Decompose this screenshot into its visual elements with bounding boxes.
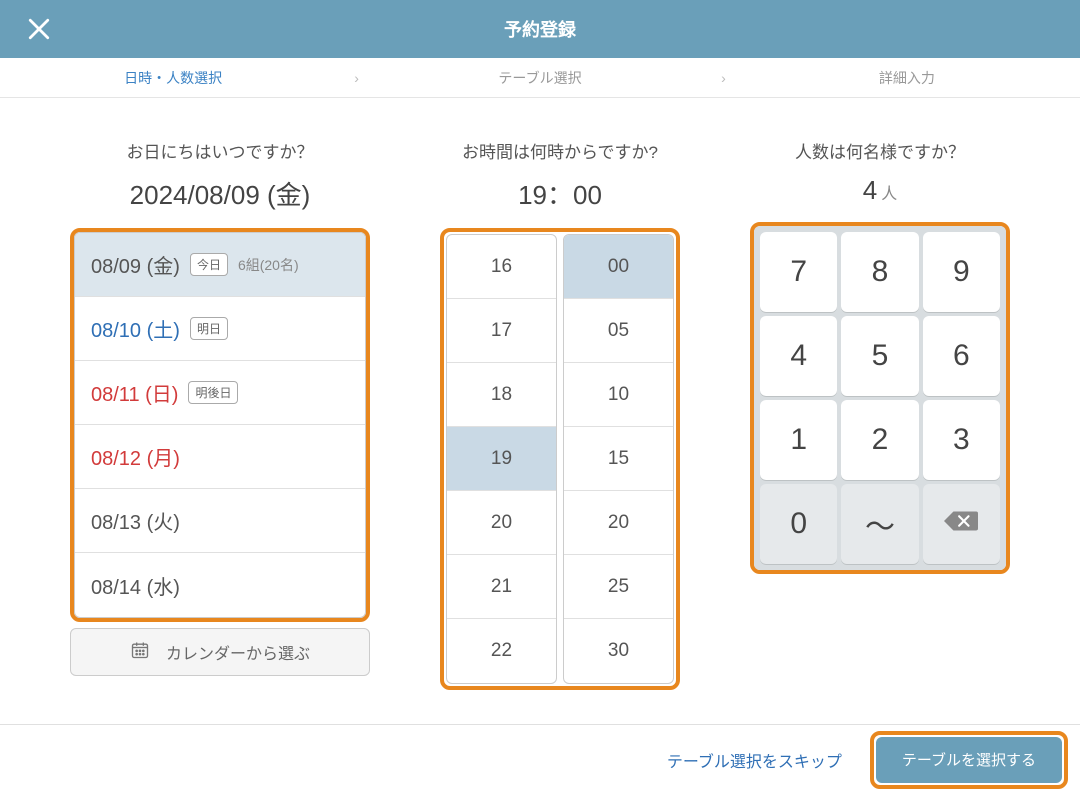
hour-cell[interactable]: 20	[447, 491, 556, 555]
time-column: お時間は何時からですか? 19：00 16171819202122 000510…	[440, 138, 680, 690]
date-item[interactable]: 08/09 (金) 今日 6組(20名)	[75, 233, 365, 297]
chevron-right-icon: ›	[346, 70, 367, 86]
step-datetime[interactable]: 日時・人数選択	[0, 68, 346, 88]
primary-button-highlight: テーブルを選択する	[870, 731, 1068, 789]
minute-cell[interactable]: 05	[564, 299, 673, 363]
date-item[interactable]: 08/12 (月)	[75, 425, 365, 489]
chevron-right-icon: ›	[713, 70, 734, 86]
date-item-tag: 明日	[190, 317, 228, 340]
hour-cell[interactable]: 18	[447, 363, 556, 427]
date-item-label: 08/09 (金)	[91, 250, 180, 279]
modal-title: 予約登録	[504, 16, 576, 42]
date-item[interactable]: 08/13 (火)	[75, 489, 365, 553]
date-item-tag: 今日	[190, 253, 228, 276]
close-icon[interactable]	[24, 14, 54, 44]
minute-cell[interactable]: 25	[564, 555, 673, 619]
tilde-key[interactable]: 〜	[841, 484, 918, 564]
date-item-label: 08/10 (土)	[91, 314, 180, 343]
minute-cell[interactable]: 20	[564, 491, 673, 555]
count-prompt: 人数は何名様ですか？	[795, 138, 965, 163]
footer-bar: テーブル選択をスキップ テーブルを選択する	[0, 724, 1080, 794]
date-item-label: 08/11 (日)	[91, 378, 178, 407]
date-item-label: 08/12 (月)	[91, 442, 180, 471]
digit-5-key[interactable]: 5	[841, 316, 918, 396]
count-column: 人数は何名様ですか？ 4人 789 456 123 0〜	[750, 138, 1010, 690]
step-table[interactable]: テーブル選択	[367, 68, 713, 88]
minute-cell[interactable]: 10	[564, 363, 673, 427]
hour-cell[interactable]: 19	[447, 427, 556, 491]
digit-1-key[interactable]: 1	[760, 400, 837, 480]
calendar-button-label: カレンダーから選ぶ	[166, 640, 310, 664]
minute-cell[interactable]: 30	[564, 619, 673, 683]
date-item-label: 08/14 (水)	[91, 571, 180, 600]
hours-column: 16171819202122	[446, 234, 557, 684]
date-column: お日にちはいつですか？ 2024/08/09 (金) 08/09 (金) 今日 6組…	[70, 138, 370, 690]
digit-7-key[interactable]: 7	[760, 232, 837, 312]
date-item-sub: 6組(20名)	[238, 255, 299, 275]
minute-cell[interactable]: 00	[564, 235, 673, 299]
modal-header: 予約登録	[0, 0, 1080, 58]
hour-cell[interactable]: 21	[447, 555, 556, 619]
digit-9-key[interactable]: 9	[923, 232, 1000, 312]
digit-8-key[interactable]: 8	[841, 232, 918, 312]
date-prompt: お日にちはいつですか？	[127, 138, 314, 163]
time-value: 19：00	[518, 175, 602, 212]
date-item-tag: 明後日	[188, 381, 238, 404]
backspace-key[interactable]	[923, 484, 1000, 564]
backspace-icon	[944, 507, 978, 541]
date-list: 08/09 (金) 今日 6組(20名) 08/10 (土) 明日 08/11 (日) 明後…	[74, 232, 366, 618]
minute-cell[interactable]: 15	[564, 427, 673, 491]
hour-cell[interactable]: 22	[447, 619, 556, 683]
date-item[interactable]: 08/10 (土) 明日	[75, 297, 365, 361]
hour-cell[interactable]: 16	[447, 235, 556, 299]
calendar-icon	[130, 640, 150, 665]
time-picker-highlight: 16171819202122 00051015202530	[440, 228, 680, 690]
digit-6-key[interactable]: 6	[923, 316, 1000, 396]
keypad-highlight: 789 456 123 0〜	[750, 222, 1010, 574]
time-prompt: お時間は何時からですか?	[462, 138, 658, 163]
hour-cell[interactable]: 17	[447, 299, 556, 363]
keypad: 789 456 123 0〜	[754, 226, 1006, 570]
count-value: 4人	[863, 175, 897, 206]
date-value: 2024/08/09 (金)	[130, 175, 311, 212]
digit-4-key[interactable]: 4	[760, 316, 837, 396]
digit-3-key[interactable]: 3	[923, 400, 1000, 480]
step-bar: 日時・人数選択 › テーブル選択 › 詳細入力	[0, 58, 1080, 98]
digit-2-key[interactable]: 2	[841, 400, 918, 480]
digit-0-key[interactable]: 0	[760, 484, 837, 564]
select-table-button[interactable]: テーブルを選択する	[876, 737, 1062, 783]
date-picker-highlight: 08/09 (金) 今日 6組(20名) 08/10 (土) 明日 08/11 (日) 明後…	[70, 228, 370, 622]
date-item-label: 08/13 (火)	[91, 506, 180, 535]
skip-table-link[interactable]: テーブル選択をスキップ	[667, 748, 842, 772]
date-item[interactable]: 08/11 (日) 明後日	[75, 361, 365, 425]
step-detail[interactable]: 詳細入力	[734, 68, 1080, 88]
minutes-column: 00051015202530	[563, 234, 674, 684]
date-item[interactable]: 08/14 (水)	[75, 553, 365, 617]
open-calendar-button[interactable]: カレンダーから選ぶ	[70, 628, 370, 676]
